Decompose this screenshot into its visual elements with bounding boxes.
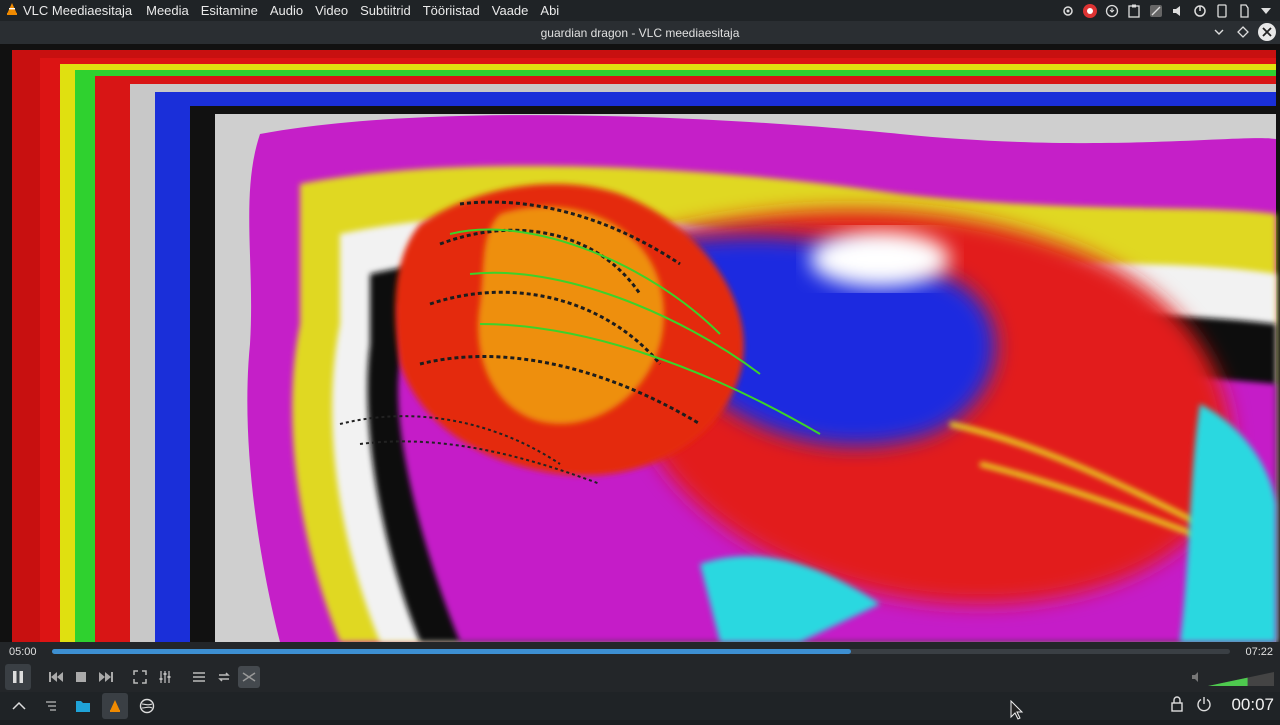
seek-row: 05:00 07:22: [0, 642, 1280, 662]
speaker-icon[interactable]: [1191, 670, 1203, 688]
network-icon[interactable]: [1148, 3, 1164, 19]
extended-settings-button[interactable]: [154, 666, 176, 688]
video-frame: [0, 44, 1280, 642]
menu-video[interactable]: Video: [309, 3, 354, 18]
app-launcher[interactable]: VLC Meediaesitaja: [0, 3, 140, 18]
player-controls: [0, 662, 1280, 692]
close-button[interactable]: [1258, 23, 1276, 41]
clock[interactable]: 00:07: [1231, 695, 1274, 715]
seek-slider[interactable]: [52, 649, 1230, 654]
maximize-button[interactable]: [1234, 23, 1252, 41]
file-manager-icon[interactable]: [70, 693, 96, 719]
audio-icon[interactable]: [1170, 3, 1186, 19]
menu-tooriistad[interactable]: Tööriistad: [417, 3, 486, 18]
battery-icon[interactable]: [1192, 3, 1208, 19]
menu-abi[interactable]: Abi: [534, 3, 565, 18]
elapsed-time: 05:00: [9, 646, 37, 658]
menu-vaade[interactable]: Vaade: [486, 3, 535, 18]
next-button[interactable]: [95, 666, 117, 688]
taskbar-tray: [1170, 696, 1212, 717]
pause-button[interactable]: [5, 664, 31, 690]
window-title: guardian dragon - VLC meediaesitaja: [540, 25, 740, 40]
lock-icon[interactable]: [1170, 696, 1184, 717]
top-menu-bar: VLC Meediaesitaja Meedia Esitamine Audio…: [0, 0, 1280, 21]
notifications-icon[interactable]: [1236, 3, 1252, 19]
fullscreen-button[interactable]: [129, 666, 151, 688]
vlc-cone-icon: [6, 3, 18, 18]
menu-list-icon[interactable]: [38, 693, 64, 719]
volume-control[interactable]: [1191, 670, 1274, 688]
expand-icon[interactable]: [1258, 3, 1274, 19]
loop-button[interactable]: [213, 666, 235, 688]
stop-button[interactable]: [70, 666, 92, 688]
taskbar-vlc[interactable]: [102, 693, 128, 719]
browser-taskbar-icon[interactable]: [134, 693, 160, 719]
menu-bar: Meedia Esitamine Audio Video Subtiitrid …: [140, 3, 565, 18]
menu-esitamine[interactable]: Esitamine: [195, 3, 264, 18]
minimize-button[interactable]: [1210, 23, 1228, 41]
seek-progress: [52, 649, 851, 654]
menu-meedia[interactable]: Meedia: [140, 3, 195, 18]
total-time: 07:22: [1245, 646, 1273, 658]
app-name: VLC Meediaesitaja: [23, 3, 133, 18]
system-tray: [1060, 0, 1274, 21]
volume-slider[interactable]: [1208, 672, 1274, 686]
update-icon[interactable]: [1104, 3, 1120, 19]
app-menu-chevron-icon[interactable]: [6, 693, 32, 719]
menu-subtiitrid[interactable]: Subtiitrid: [354, 3, 417, 18]
window-controls: [1210, 23, 1276, 41]
previous-button[interactable]: [45, 666, 67, 688]
settings-icon[interactable]: [1060, 3, 1076, 19]
browser-icon[interactable]: [1082, 3, 1098, 19]
bluetooth-icon[interactable]: [1214, 3, 1230, 19]
taskbar: 00:07: [0, 692, 1280, 720]
video-area[interactable]: [0, 44, 1280, 642]
menu-audio[interactable]: Audio: [264, 3, 309, 18]
playlist-button[interactable]: [188, 666, 210, 688]
power-icon[interactable]: [1196, 696, 1212, 717]
clipboard-icon[interactable]: [1126, 3, 1142, 19]
window-title-bar: guardian dragon - VLC meediaesitaja: [0, 21, 1280, 44]
shuffle-button[interactable]: [238, 666, 260, 688]
mouse-cursor-icon: [1010, 699, 1024, 725]
